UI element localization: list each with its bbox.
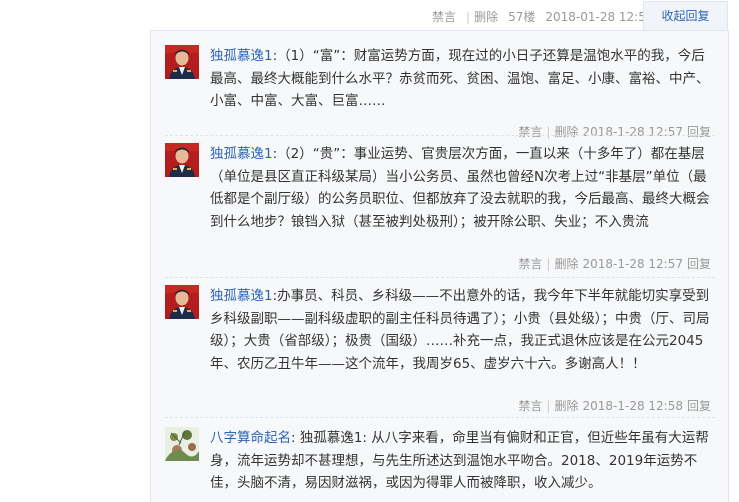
reply-divider <box>165 417 715 418</box>
avatar[interactable] <box>165 285 199 319</box>
reply-text: :（2）“贵”：事业运势、官贵层次方面，一直以来（十多年了）都在基层（单位是县区… <box>210 146 710 230</box>
floor-time: 2018-01-28 12:57 <box>545 10 654 24</box>
reply-footer: 禁言 | 删除 2018-1-28 12:57 回复 <box>514 123 711 140</box>
reply-report-link[interactable]: 禁言 <box>518 399 542 413</box>
reply-divider <box>165 135 715 136</box>
footer-divider: | <box>546 257 551 271</box>
reply-item: 独孤慕逸1:（1）“富”：财富运势方面，现在过的小日子还算是温饱水平的我，今后最… <box>165 45 715 145</box>
reply-author[interactable]: 八字算命起名 <box>210 430 291 446</box>
meta-divider: | <box>466 10 471 24</box>
floor-report-link[interactable]: 禁言 <box>432 10 456 24</box>
reply-author[interactable]: 独孤慕逸1 <box>210 288 273 304</box>
reply-text: :办事员、科员、乡科级——不出意外的话，我今年下半年就能切实享受到乡科级副职——… <box>210 288 710 372</box>
reply-delete-link[interactable]: 删除 <box>554 125 578 139</box>
footer-divider: | <box>546 125 551 139</box>
reply-item: 独孤慕逸1:办事员、科员、乡科级——不出意外的话，我今年下半年就能切实享受到乡科… <box>165 285 715 425</box>
reply-reply-link[interactable]: 回复 <box>687 125 711 139</box>
reply-content: 独孤慕逸1:（1）“富”：财富运势方面，现在过的小日子还算是温饱水平的我，今后最… <box>210 45 715 113</box>
reply-author[interactable]: 独孤慕逸1 <box>210 48 273 64</box>
floor-meta-bar: 禁言 | 删除 57楼 2018-01-28 12:57 收起回复 <box>0 0 739 31</box>
footer-divider: | <box>546 399 551 413</box>
floor-number: 57楼 <box>508 10 536 24</box>
reply-author[interactable]: 独孤慕逸1 <box>210 146 273 162</box>
reply-content: 八字算命起名: 独孤慕逸1: 从八字来看，命里当有偏财和正官，但近些年虽有大运帮… <box>210 427 715 495</box>
reply-footer: 禁言 | 删除 2018-1-28 12:57 回复 <box>514 255 711 272</box>
reply-delete-link[interactable]: 删除 <box>554 399 578 413</box>
reply-list: 独孤慕逸1:（1）“富”：财富运势方面，现在过的小日子还算是温饱水平的我，今后最… <box>150 30 729 502</box>
reply-time: 2018-1-28 12:58 <box>582 399 683 413</box>
reply-content: 独孤慕逸1:（2）“贵”：事业运势、官贵层次方面，一直以来（十多年了）都在基层（… <box>210 143 715 233</box>
floor-meta: 禁言 | 删除 57楼 2018-01-28 12:57 <box>432 8 664 25</box>
reply-delete-link[interactable]: 删除 <box>554 257 578 271</box>
reply-item: 独孤慕逸1:（2）“贵”：事业运势、官贵层次方面，一直以来（十多年了）都在基层（… <box>165 143 715 283</box>
reply-time: 2018-1-28 12:57 <box>582 257 683 271</box>
reply-report-link[interactable]: 禁言 <box>518 257 542 271</box>
avatar[interactable] <box>165 427 199 461</box>
reply-reply-link[interactable]: 回复 <box>687 399 711 413</box>
reply-reply-link[interactable]: 回复 <box>687 257 711 271</box>
avatar[interactable] <box>165 143 199 177</box>
reply-divider <box>165 277 715 278</box>
reply-footer: 禁言 | 删除 2018-1-28 12:58 回复 <box>514 397 711 414</box>
reply-report-link[interactable]: 禁言 <box>518 125 542 139</box>
reply-content: 独孤慕逸1:办事员、科员、乡科级——不出意外的话，我今年下半年就能切实享受到乡科… <box>210 285 715 375</box>
reply-text: :（1）“富”：财富运势方面，现在过的小日子还算是温饱水平的我，今后最高、最终大… <box>210 48 710 109</box>
floor-delete-link[interactable]: 删除 <box>474 10 498 24</box>
avatar[interactable] <box>165 45 199 79</box>
collapse-replies-button[interactable]: 收起回复 <box>643 1 728 31</box>
reply-item: 八字算命起名: 独孤慕逸1: 从八字来看，命里当有偏财和正官，但近些年虽有大运帮… <box>165 427 715 502</box>
reply-time: 2018-1-28 12:57 <box>582 125 683 139</box>
